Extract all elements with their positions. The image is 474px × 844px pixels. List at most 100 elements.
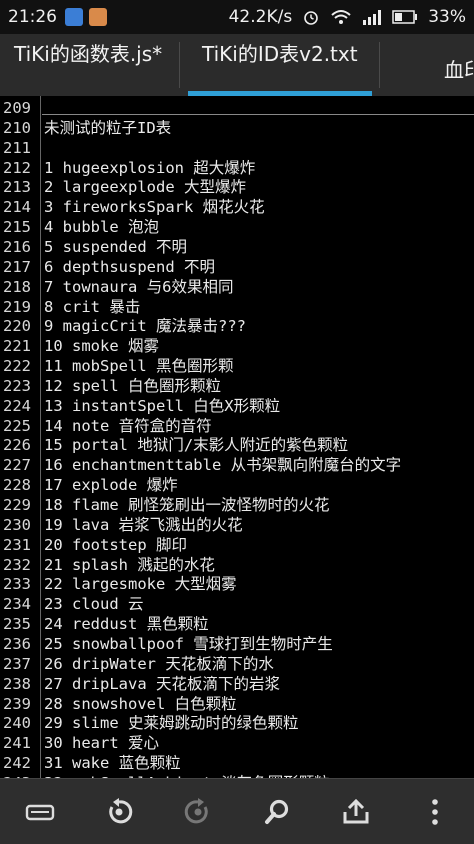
line-number: 224 (3, 396, 31, 415)
line-text: 22 largesmoke 大型烟雾 (44, 575, 237, 594)
network-speed: 42.2K/s (228, 7, 293, 27)
line-number: 212 (3, 158, 31, 177)
code-line[interactable]: 222 11 mobSpell 黑色圈形颗 (0, 356, 474, 376)
code-line[interactable]: 225 14 note 音符盒的音符 (0, 416, 474, 436)
wifi-icon (331, 10, 351, 24)
tab-functions-js[interactable]: TiKi的函数表.js* (0, 34, 180, 96)
line-text: 23 cloud 云 (44, 595, 144, 614)
line-number: 234 (3, 595, 31, 614)
line-text: 1 hugeexplosion 超大爆炸 (44, 158, 256, 177)
code-line[interactable]: 240 29 slime 史莱姆跳动时的绿色颗粒 (0, 713, 474, 733)
line-number: 228 (3, 476, 31, 495)
line-number: 241 (3, 734, 31, 753)
line-number: 210 (3, 118, 31, 137)
code-line[interactable]: 226 15 portal 地狱门/末影人附近的紫色颗粒 (0, 435, 474, 455)
status-right: 42.2K/s 33% (229, 7, 474, 27)
line-text: 9 magicCrit 魔法暴击??? (44, 317, 246, 336)
more-button[interactable] (410, 787, 460, 837)
code-line[interactable]: 242 31 wake 蓝色颗粒 (0, 753, 474, 773)
share-icon (343, 798, 368, 823)
code-line[interactable]: 220 9 magicCrit 魔法暴击??? (0, 316, 474, 336)
keyboard-icon (25, 804, 54, 820)
notification-icons (65, 8, 107, 26)
signal-icon (363, 10, 382, 25)
code-line[interactable]: 231 20 footstep 脚印 (0, 535, 474, 555)
line-text: 30 heart 爱心 (44, 734, 159, 753)
line-text: 3 fireworksSpark 烟花火花 (44, 198, 265, 217)
code-line[interactable]: 239 28 snowshovel 白色颗粒 (0, 694, 474, 714)
code-line[interactable]: 221 10 smoke 烟雾 (0, 336, 474, 356)
search-button[interactable] (252, 787, 302, 837)
share-button[interactable] (331, 787, 381, 837)
battery-icon (392, 10, 418, 24)
code-line[interactable]: 213 2 largeexplode 大型爆炸 (0, 177, 474, 197)
alarm-icon (304, 11, 319, 25)
line-number: 236 (3, 634, 31, 653)
line-number: 237 (3, 654, 31, 673)
code-line[interactable]: 223 12 spell 白色圈形颗粒 (0, 376, 474, 396)
line-number: 219 (3, 297, 31, 316)
undo-button[interactable] (94, 787, 144, 837)
line-text: 16 enchantmenttable 从书架飘向附魔台的文字 (44, 456, 402, 475)
code-line[interactable]: 217 6 depthsuspend 不明 (0, 257, 474, 277)
battery-percent: 33% (428, 7, 466, 27)
line-text: 28 snowshovel 白色颗粒 (44, 694, 237, 713)
code-line[interactable]: 241 30 heart 爱心 (0, 733, 474, 753)
code-line[interactable]: 214 3 fireworksSpark 烟花火花 (0, 197, 474, 217)
code-line[interactable]: 215 4 bubble 泡泡 (0, 217, 474, 237)
code-line[interactable]: 238 27 dripLava 天花板滴下的岩浆 (0, 674, 474, 694)
line-number: 227 (3, 456, 31, 475)
line-text: 13 instantSpell 白色X形颗粒 (44, 396, 281, 415)
undo-icon (108, 797, 132, 823)
code-line[interactable]: 230 19 lava 岩浆飞溅出的火花 (0, 515, 474, 535)
line-number: 225 (3, 416, 31, 435)
text-editor[interactable]: 209 210 未测试的粒子ID表 211 212 1 hugeexplosion 超大爆… (0, 96, 474, 778)
code-line[interactable]: 227 16 enchantmenttable 从书架飘向附魔台的文字 (0, 455, 474, 475)
code-line[interactable]: 212 1 hugeexplosion 超大爆炸 (0, 158, 474, 178)
status-time: 21:26 (8, 7, 57, 27)
line-number: 215 (3, 218, 31, 237)
search-icon (264, 799, 288, 824)
code-line[interactable]: 235 24 reddust 黑色颗粒 (0, 614, 474, 634)
line-text: 2 largeexplode 大型爆炸 (44, 178, 246, 197)
keyboard-button[interactable] (15, 787, 65, 837)
line-number: 238 (3, 674, 31, 693)
code-line[interactable]: 236 25 snowballpoof 雪球打到生物时产生 (0, 634, 474, 654)
code-line[interactable]: 219 8 crit 暴击 (0, 297, 474, 317)
code-line[interactable]: 209 (0, 98, 474, 118)
line-number: 240 (3, 714, 31, 733)
line-number: 209 (3, 99, 31, 117)
more-icon (431, 798, 438, 825)
line-number: 221 (3, 337, 31, 356)
tab-third-file[interactable]: 血印 (380, 34, 474, 96)
code-line[interactable]: 228 17 explode 爆炸 (0, 475, 474, 495)
line-number: 226 (3, 436, 31, 455)
line-number: 214 (3, 198, 31, 217)
code-line[interactable]: 211 (0, 138, 474, 158)
code-line[interactable]: 218 7 townaura 与6效果相同 (0, 277, 474, 297)
line-text: 24 reddust 黑色颗粒 (44, 615, 209, 634)
line-text: 18 flame 刷怪笼刷出一波怪物时的火花 (44, 496, 330, 514)
code-line[interactable]: 210 未测试的粒子ID表 (0, 118, 474, 138)
line-text: 17 explode 爆炸 (44, 476, 178, 495)
line-text: 25 snowballpoof 雪球打到生物时产生 (44, 634, 333, 653)
code-line[interactable]: 237 26 dripWater 天花板滴下的水 (0, 654, 474, 674)
code-line[interactable]: 229 18 flame 刷怪笼刷出一波怪物时的火花 (0, 495, 474, 515)
line-number: 229 (3, 496, 31, 514)
code-line[interactable]: 233 22 largesmoke 大型烟雾 (0, 574, 474, 594)
tab-id-table-txt[interactable]: TiKi的ID表v2.txt (180, 34, 380, 96)
code-line[interactable]: 232 21 splash 溅起的水花 (0, 555, 474, 575)
line-text: 15 portal 地狱门/末影人附近的紫色颗粒 (44, 436, 349, 455)
line-text: 6 depthsuspend 不明 (44, 257, 215, 276)
line-number: 222 (3, 357, 31, 376)
code-line[interactable]: 234 23 cloud 云 (0, 594, 474, 614)
line-number: 213 (3, 178, 31, 197)
code-line[interactable]: 224 13 instantSpell 白色X形颗粒 (0, 396, 474, 416)
line-text: 11 mobSpell 黑色圈形颗 (44, 357, 234, 376)
line-text: 10 smoke 烟雾 (44, 337, 159, 356)
line-number: 242 (3, 754, 31, 773)
bottom-toolbar (0, 778, 474, 844)
line-text: 31 wake 蓝色颗粒 (44, 754, 181, 773)
code-line[interactable]: 216 5 suspended 不明 (0, 237, 474, 257)
redo-button[interactable] (173, 787, 223, 837)
